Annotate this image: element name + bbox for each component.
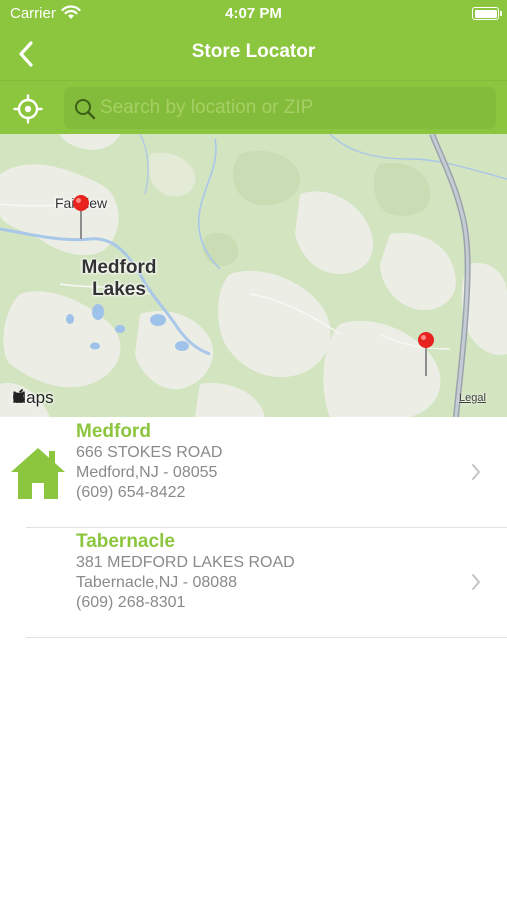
store-name: Medford bbox=[76, 421, 151, 442]
clock: 4:07 PM bbox=[225, 5, 282, 22]
store-city: Medford,NJ - 08055 bbox=[76, 464, 218, 481]
crosshair-icon bbox=[13, 94, 43, 124]
store-row-medford[interactable]: Medford 666 STOKES ROAD Medford,NJ - 080… bbox=[0, 417, 507, 527]
chevron-right-icon bbox=[470, 573, 482, 596]
map-pin-icon bbox=[418, 332, 434, 376]
search-row bbox=[0, 80, 507, 134]
store-name: Tabernacle bbox=[76, 531, 175, 552]
map-pin-tabernacle[interactable] bbox=[416, 330, 436, 378]
maps-attribution: Maps bbox=[12, 388, 54, 408]
store-row-tabernacle[interactable]: Tabernacle 381 MEDFORD LAKES ROAD Tabern… bbox=[0, 527, 507, 637]
store-address: 666 STOKES ROAD bbox=[76, 444, 223, 461]
map-pin-medford[interactable] bbox=[71, 193, 91, 241]
store-address: 381 MEDFORD LAKES ROAD bbox=[76, 554, 295, 571]
store-phone: (609) 268-8301 bbox=[76, 594, 186, 611]
row-divider bbox=[26, 637, 507, 638]
store-city: Tabernacle,NJ - 08088 bbox=[76, 574, 237, 591]
home-icon bbox=[10, 445, 66, 506]
page-title: Store Locator bbox=[191, 41, 316, 62]
apple-logo-icon bbox=[13, 389, 25, 403]
map-pin-icon bbox=[73, 195, 89, 239]
legal-link[interactable]: Legal bbox=[459, 392, 486, 404]
battery-icon bbox=[472, 7, 502, 20]
search-box bbox=[64, 87, 496, 129]
map-view[interactable]: Fairview Medford Lakes Maps Legal bbox=[0, 134, 507, 417]
map-label-medford-lakes: Medford Lakes bbox=[81, 257, 157, 300]
locate-me-button[interactable] bbox=[10, 91, 46, 127]
search-input[interactable] bbox=[100, 87, 490, 129]
chevron-right-icon bbox=[470, 463, 482, 486]
navigation-bar: Store Locator bbox=[0, 28, 507, 80]
magnifier-icon bbox=[74, 98, 96, 125]
status-bar: Carrier 4:07 PM bbox=[0, 0, 507, 28]
app-header: Carrier 4:07 PM Store Locator bbox=[0, 0, 507, 134]
store-phone: (609) 654-8422 bbox=[76, 484, 186, 501]
